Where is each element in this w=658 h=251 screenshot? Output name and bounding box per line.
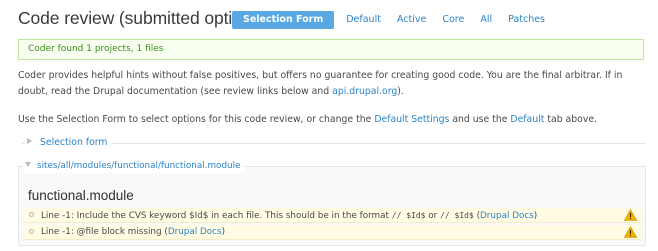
expanded-arrow-icon — [25, 162, 31, 167]
drupal-docs-link[interactable]: Drupal Docs — [480, 211, 534, 221]
fieldset-divider — [22, 143, 646, 144]
selection-form-toggle[interactable]: Selection form — [25, 136, 112, 150]
warning-icon — [624, 209, 637, 221]
default-settings-link[interactable]: Default Settings — [374, 114, 449, 125]
result-text: Line -1: @file block missing — [41, 227, 165, 237]
collapsed-arrow-icon — [27, 138, 32, 144]
instructions-text-1: Use the Selection Form to select options… — [18, 114, 375, 125]
selection-form-fieldset: Selection form — [22, 136, 646, 150]
page-title: Code review (submitted options) — [18, 8, 266, 28]
bullet-icon — [29, 212, 34, 217]
title-bar: Code review (submitted options) Selectio… — [0, 0, 658, 36]
paren-close: ) — [221, 227, 226, 237]
module-title: functional.module — [28, 188, 134, 203]
code-snippet: // $Id$ — [391, 211, 426, 220]
intro-paragraph: Coder provides helpful hints without fal… — [18, 68, 646, 100]
file-path-legend: sites/all/modules/functional/functional.… — [37, 161, 241, 171]
warning-icon — [624, 226, 637, 238]
instructions-text-2: and use the — [449, 114, 511, 125]
default-tab-link[interactable]: Default — [510, 114, 544, 125]
file-path-toggle[interactable]: sites/all/modules/functional/functional.… — [23, 159, 245, 173]
intro-text-end: ). — [397, 86, 404, 97]
code-snippet: // $Id$ — [440, 211, 474, 220]
tab-core[interactable]: Core — [434, 11, 472, 29]
paren-close: ) — [533, 211, 538, 221]
status-message: Coder found 1 projects, 1 files — [18, 39, 644, 60]
tab-default[interactable]: Default — [338, 11, 389, 29]
review-result: Line -1: Include the CVS keyword $Id$ in… — [23, 208, 641, 223]
file-results-fieldset: sites/all/modules/functional/functional.… — [18, 159, 646, 246]
selection-form-legend: Selection form — [40, 137, 108, 148]
result-text: Line -1: Include the CVS keyword $Id$ in… — [41, 211, 392, 221]
or-text: or — [425, 211, 441, 221]
tab-selection-form[interactable]: Selection Form — [232, 11, 335, 29]
bullet-icon — [29, 229, 34, 234]
api-drupal-link[interactable]: api.drupal.org — [332, 86, 397, 97]
tab-bar: Selection Form Default Active Core All P… — [232, 11, 553, 29]
instructions-text-3: tab above. — [544, 114, 598, 125]
intro-text: Coder provides helpful hints without fal… — [18, 70, 623, 97]
instructions-paragraph: Use the Selection Form to select options… — [18, 112, 646, 128]
tab-patches[interactable]: Patches — [500, 11, 553, 29]
review-result: Line -1: @file block missing (Drupal Doc… — [23, 225, 641, 240]
drupal-docs-link[interactable]: Drupal Docs — [168, 227, 222, 237]
tab-active[interactable]: Active — [389, 11, 434, 29]
tab-all[interactable]: All — [472, 11, 500, 29]
